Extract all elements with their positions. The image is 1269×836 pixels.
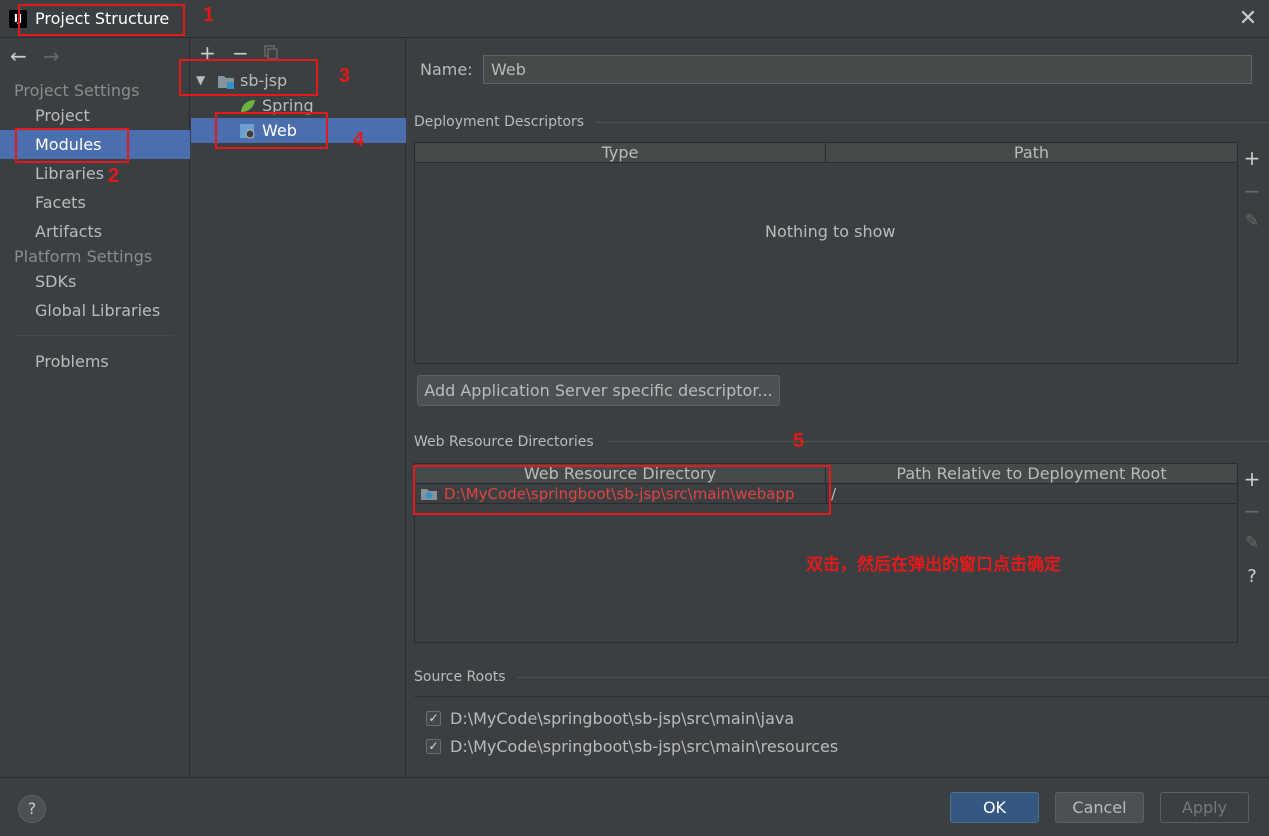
name-field[interactable]: Web bbox=[483, 55, 1252, 84]
facet-settings-panel: Name: Web Deployment Descriptors Type Pa… bbox=[407, 39, 1269, 777]
deployment-descriptors-title: Deployment Descriptors bbox=[414, 114, 585, 130]
sidebar-item-sdks[interactable]: SDKs bbox=[0, 267, 190, 296]
annotation-number-5: 5 bbox=[793, 430, 805, 452]
question-icon: ? bbox=[27, 799, 37, 818]
apply-button[interactable]: Apply bbox=[1160, 792, 1249, 823]
web-resource-directories-title: Web Resource Directories bbox=[414, 434, 594, 450]
source-root-path: D:\MyCode\springboot\sb-jsp\src\main\res… bbox=[450, 737, 839, 756]
copy-icon bbox=[264, 45, 278, 60]
platform-settings-title: Platform Settings bbox=[14, 247, 153, 266]
remove-descriptor-button[interactable]: − bbox=[1240, 179, 1264, 203]
group-separator bbox=[517, 677, 1269, 678]
cancel-button[interactable]: Cancel bbox=[1055, 792, 1144, 823]
copy-module-button[interactable] bbox=[264, 45, 278, 60]
source-root-checkbox[interactable]: ✓ bbox=[426, 739, 441, 754]
edit-descriptor-button[interactable]: ✎ bbox=[1240, 211, 1264, 231]
help-button[interactable]: ? bbox=[18, 795, 46, 823]
sidebar-item-problems[interactable]: Problems bbox=[0, 347, 190, 376]
annotation-number-3: 3 bbox=[339, 65, 351, 87]
source-roots-list: ✓ D:\MyCode\springboot\sb-jsp\src\main\j… bbox=[414, 696, 1269, 762]
question-icon: ? bbox=[1247, 566, 1257, 587]
dialog-button-bar: ? OK Cancel Apply bbox=[0, 777, 1269, 836]
plus-icon: + bbox=[1243, 146, 1261, 170]
annotation-box-2 bbox=[15, 128, 129, 163]
column-header-type[interactable]: Type bbox=[415, 143, 826, 163]
sidebar-item-facets[interactable]: Facets bbox=[0, 188, 190, 217]
web-root-help-button[interactable]: ? bbox=[1240, 566, 1264, 587]
deployment-descriptors-table[interactable]: Type Path Nothing to show bbox=[414, 142, 1238, 364]
group-separator bbox=[595, 122, 1269, 123]
column-header-path[interactable]: Path bbox=[826, 143, 1237, 163]
sidebar-item-artifacts[interactable]: Artifacts bbox=[0, 217, 190, 246]
ok-button[interactable]: OK bbox=[950, 792, 1039, 823]
source-root-checkbox[interactable]: ✓ bbox=[426, 711, 441, 726]
annotation-box-4 bbox=[215, 112, 328, 149]
group-separator bbox=[607, 441, 1269, 442]
back-arrow-icon[interactable]: ← bbox=[10, 44, 27, 68]
annotation-number-4: 4 bbox=[353, 129, 365, 151]
plus-icon: + bbox=[1243, 467, 1261, 491]
add-server-descriptor-button[interactable]: Add Application Server specific descript… bbox=[417, 375, 780, 406]
sidebar-item-libraries[interactable]: Libraries bbox=[0, 159, 190, 188]
annotation-box-1 bbox=[18, 4, 185, 36]
pencil-icon: ✎ bbox=[1244, 533, 1260, 553]
sidebar-item-global-libraries[interactable]: Global Libraries bbox=[0, 296, 190, 325]
close-button[interactable]: ✕ bbox=[1236, 5, 1260, 33]
add-web-root-button[interactable]: + bbox=[1240, 467, 1264, 491]
name-label: Name: bbox=[420, 60, 473, 79]
source-root-path: D:\MyCode\springboot\sb-jsp\src\main\jav… bbox=[450, 709, 795, 728]
list-item[interactable]: ✓ D:\MyCode\springboot\sb-jsp\src\main\r… bbox=[426, 737, 926, 757]
module-tree-panel: + − ▼ sb-jsp Spring Web bbox=[191, 39, 406, 777]
edit-web-root-button[interactable]: ✎ bbox=[1240, 533, 1264, 553]
minus-icon: − bbox=[1243, 179, 1261, 203]
close-icon: ✕ bbox=[1238, 6, 1258, 31]
relative-path-cell[interactable]: / bbox=[826, 484, 1237, 504]
annotation-box-3 bbox=[179, 59, 318, 96]
forward-arrow-icon[interactable]: → bbox=[43, 44, 60, 68]
empty-table-text: Nothing to show bbox=[765, 222, 896, 241]
sidebar-divider bbox=[14, 335, 174, 336]
minus-icon: − bbox=[1243, 499, 1261, 523]
sidebar-item-project[interactable]: Project bbox=[0, 101, 190, 130]
title-bar: IJ Project Structure ✕ bbox=[0, 0, 1269, 38]
list-item[interactable]: ✓ D:\MyCode\springboot\sb-jsp\src\main\j… bbox=[426, 709, 926, 729]
source-roots-title: Source Roots bbox=[414, 669, 506, 685]
project-settings-title: Project Settings bbox=[14, 81, 140, 100]
add-descriptor-button[interactable]: + bbox=[1240, 146, 1264, 170]
annotation-number-2: 2 bbox=[108, 165, 120, 187]
pencil-icon: ✎ bbox=[1244, 211, 1260, 231]
column-header-relative-path[interactable]: Path Relative to Deployment Root bbox=[826, 464, 1237, 484]
annotation-number-1: 1 bbox=[203, 4, 215, 26]
annotation-note: 双击，然后在弹出的窗口点击确定 bbox=[806, 555, 1061, 575]
annotation-box-5 bbox=[413, 465, 831, 515]
remove-web-root-button[interactable]: − bbox=[1240, 499, 1264, 523]
